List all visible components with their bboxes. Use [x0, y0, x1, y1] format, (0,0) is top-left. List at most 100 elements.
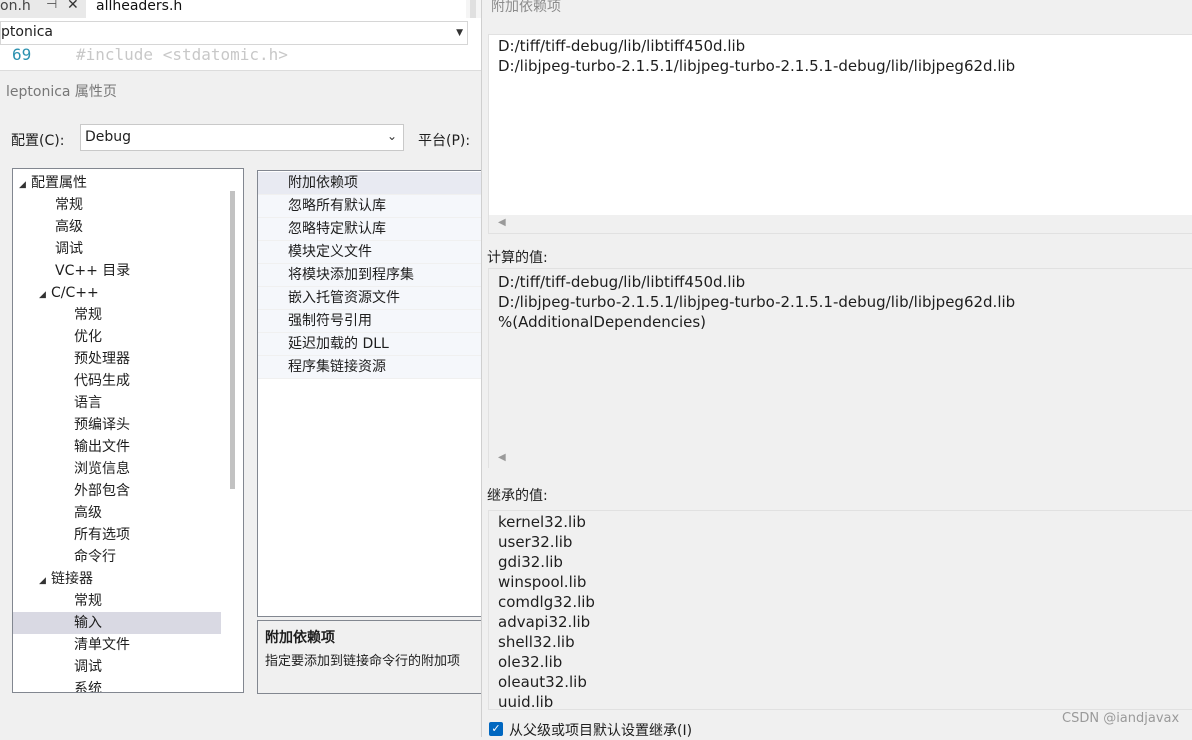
property-tree[interactable]: ◢ 配置属性 常规 高级 调试 VC++ 目录 ◢ C/C++ 常规 优化 预处理器 代码生成 语言 预编… [12, 168, 244, 693]
tab-inactive-file[interactable]: on.h ⊣ ✕ [0, 0, 86, 18]
calc-hscrollbar[interactable]: ◀ [489, 450, 1192, 468]
tree-item-label: 优化 [74, 329, 102, 345]
property-row[interactable]: 忽略所有默认库 [258, 195, 481, 218]
tree-item-label: 常规 [55, 197, 83, 213]
code-editor: on.h ⊣ ✕ allheaders.h ptonica ▼ 69 #incl… [0, 0, 481, 70]
tree-item[interactable]: 浏览信息 [13, 458, 221, 480]
property-row[interactable]: 嵌入托管资源文件 [258, 287, 481, 310]
property-row[interactable]: 模块定义文件 [258, 241, 481, 264]
value-line: user32.lib [498, 533, 573, 551]
description-text: 指定要添加到链接命令行的附加项 [265, 654, 461, 669]
property-row[interactable]: 强制符号引用 [258, 310, 481, 333]
config-label: 配置(C): [11, 133, 65, 149]
property-label: 程序集链接资源 [288, 359, 386, 375]
property-label: 忽略所有默认库 [288, 198, 386, 214]
chevron-down-icon: ⌄ [386, 129, 397, 143]
scroll-left-icon[interactable]: ◀ [498, 217, 506, 228]
tree-item[interactable]: 输入 [13, 612, 221, 634]
value-line: D:/libjpeg-turbo-2.1.5.1/libjpeg-turbo-2… [498, 293, 1016, 311]
value-line: %(AdditionalDependencies) [498, 313, 707, 331]
config-row: 配置(C): Debug ⌄ 平台(P): [0, 108, 481, 151]
edit-hscrollbar[interactable]: ◀ [489, 215, 1192, 233]
property-row[interactable]: 将模块添加到程序集 [258, 264, 481, 287]
tree-item-label: 高级 [55, 219, 83, 235]
tree-item-label: 输出文件 [74, 439, 130, 455]
description-title: 附加依赖项 [265, 630, 335, 646]
tree-item[interactable]: 语言 [13, 392, 221, 414]
pin-icon[interactable]: ⊣ [46, 0, 57, 12]
value-line: D:/tiff/tiff-debug/lib/libtiff450d.lib [498, 37, 746, 55]
dropdown-arrow-icon: ▼ [456, 28, 463, 38]
tree-item-label: 调试 [55, 241, 83, 257]
tree-item-label: 配置属性 [31, 175, 87, 191]
config-select[interactable]: Debug ⌄ [80, 124, 404, 151]
tree-item-label: 链接器 [51, 571, 93, 587]
tree-item-label: 预编译头 [74, 417, 130, 433]
inherit-checkbox[interactable]: ✓ [489, 722, 503, 736]
computed-values-box: D:/tiff/tiff-debug/lib/libtiff450d.lib D:… [488, 268, 1192, 468]
property-row[interactable]: 附加依赖项 [258, 172, 481, 195]
tree-item[interactable]: 代码生成 [13, 370, 221, 392]
property-label: 将模块添加到程序集 [288, 267, 414, 283]
tree-item[interactable]: 输出文件 [13, 436, 221, 458]
tree-item-label: 语言 [74, 395, 102, 411]
property-row[interactable]: 程序集链接资源 [258, 356, 481, 379]
close-icon[interactable]: ✕ [67, 0, 79, 12]
tree-item[interactable]: 命令行 [13, 546, 221, 568]
tree-item-label: 调试 [74, 659, 102, 675]
property-row[interactable]: 忽略特定默认库 [258, 218, 481, 241]
code-line: 69 #include <stdatomic.h> [0, 45, 481, 67]
tree-item[interactable]: 系统 [13, 678, 221, 692]
tree-item[interactable]: 常规 [13, 590, 221, 612]
tree-item[interactable]: 外部包含 [13, 480, 221, 502]
tree-item[interactable]: 常规 [13, 194, 221, 216]
property-label: 强制符号引用 [288, 313, 372, 329]
tree-item-label: VC++ 目录 [55, 263, 131, 279]
tree-item[interactable]: ◢ 链接器 [13, 568, 221, 590]
tree-item-label: 输入 [74, 615, 102, 631]
tree-scrollbar[interactable] [230, 191, 235, 489]
inherit-checkbox-label: 从父级或项目默认设置继承(I) [509, 723, 693, 739]
platform-label: 平台(P): [418, 133, 471, 149]
expand-arrow-icon[interactable]: ◢ [39, 284, 51, 306]
tree-item[interactable]: 高级 [13, 216, 221, 238]
tree-item-label: 高级 [74, 505, 102, 521]
tree-item[interactable]: 常规 [13, 304, 221, 326]
value-line: advapi32.lib [498, 613, 591, 631]
tree-item[interactable]: VC++ 目录 [13, 260, 221, 282]
tree-item[interactable]: 所有选项 [13, 524, 221, 546]
tree-item[interactable]: ◢ 配置属性 [13, 172, 221, 194]
editor-tab-bar: on.h ⊣ ✕ allheaders.h [0, 0, 481, 18]
tree-item[interactable]: 预处理器 [13, 348, 221, 370]
tree-item[interactable]: 清单文件 [13, 634, 221, 656]
watermark-text: CSDN @iandjavax [1062, 711, 1180, 726]
value-line: oleaut32.lib [498, 673, 587, 691]
tree-item-label: 预处理器 [74, 351, 130, 367]
expand-arrow-icon[interactable]: ◢ [39, 570, 51, 592]
popup-title: 附加依赖项 [491, 0, 561, 15]
property-label: 模块定义文件 [288, 244, 372, 260]
tree-item[interactable]: 调试 [13, 238, 221, 260]
tab-active-file[interactable]: allheaders.h [86, 0, 466, 18]
tree-item-label: C/C++ [51, 285, 99, 301]
scroll-left-icon[interactable]: ◀ [498, 452, 506, 463]
tree-item[interactable]: ◢ C/C++ [13, 282, 221, 304]
tree-item-label: 浏览信息 [74, 461, 130, 477]
tree-item-label: 代码生成 [74, 373, 130, 389]
project-nav-dropdown[interactable]: ptonica ▼ [0, 21, 468, 45]
property-label: 附加依赖项 [288, 175, 358, 191]
tree-item-label: 常规 [74, 307, 102, 323]
property-label: 延迟加载的 DLL [288, 336, 389, 352]
property-row[interactable]: 延迟加载的 DLL [258, 333, 481, 356]
dependencies-edit-box[interactable]: D:/tiff/tiff-debug/lib/libtiff450d.lib D:… [488, 34, 1192, 234]
tree-item[interactable]: 调试 [13, 656, 221, 678]
tree-item[interactable]: 预编译头 [13, 414, 221, 436]
tree-item-label: 外部包含 [74, 483, 130, 499]
value-line: uuid.lib [498, 693, 554, 711]
property-label: 忽略特定默认库 [288, 221, 386, 237]
tree-item[interactable]: 优化 [13, 326, 221, 348]
expand-arrow-icon[interactable]: ◢ [19, 174, 31, 196]
tree-item[interactable]: 高级 [13, 502, 221, 524]
tree-item-label: 常规 [74, 593, 102, 609]
additional-dependencies-dialog: 附加依赖项 D:/tiff/tiff-debug/lib/libtiff450d… [481, 0, 1192, 739]
